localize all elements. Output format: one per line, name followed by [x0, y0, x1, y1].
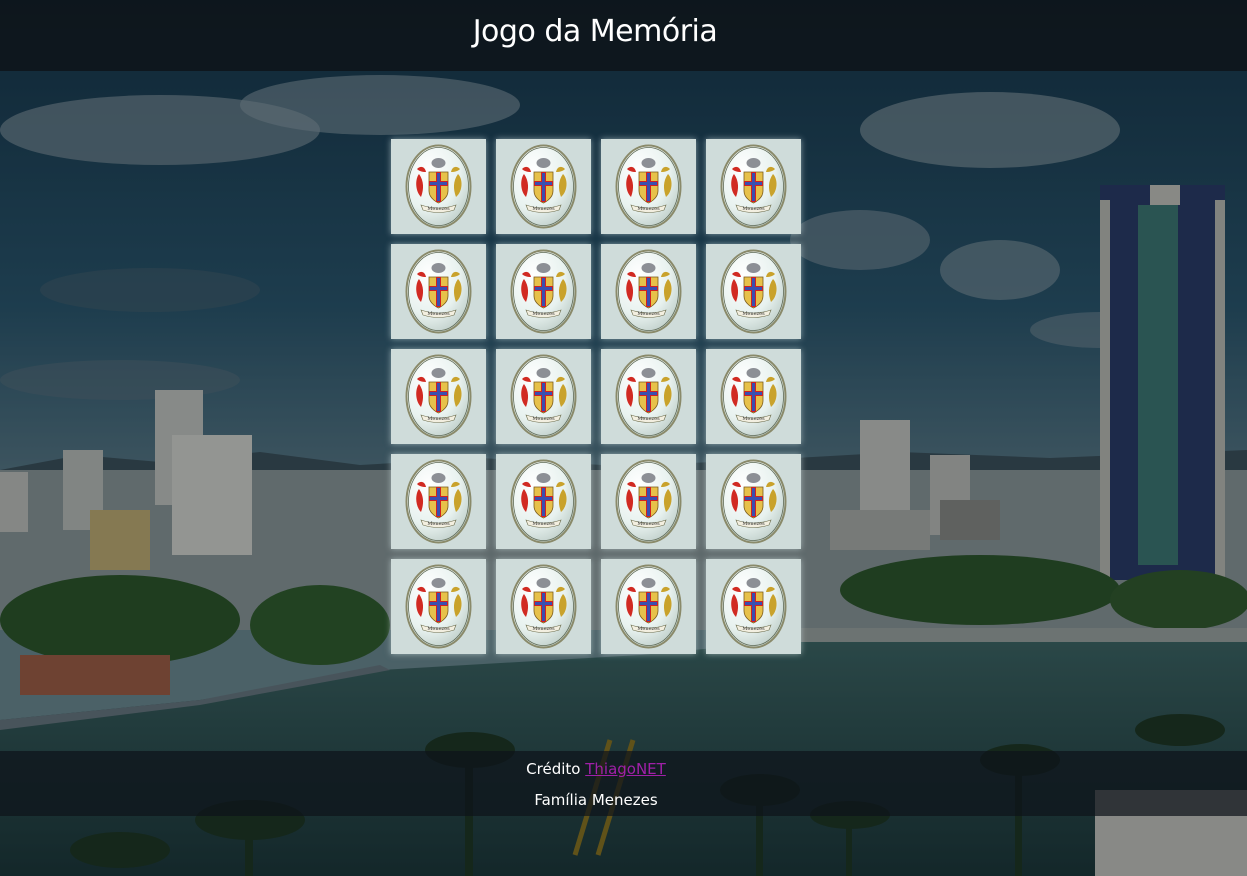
menezes-coat-of-arms-icon: Menezes [496, 454, 591, 549]
memory-card[interactable]: Menezes [391, 454, 486, 549]
menezes-coat-of-arms-icon: Menezes [706, 559, 801, 654]
svg-text:Menezes: Menezes [427, 311, 450, 317]
memory-card[interactable]: Menezes [706, 454, 801, 549]
memory-card[interactable]: Menezes [601, 559, 696, 654]
credit-link[interactable]: ThiagoNET [585, 760, 666, 778]
menezes-coat-of-arms-icon: Menezes [706, 244, 801, 339]
menezes-coat-of-arms-icon: Menezes [601, 244, 696, 339]
page-title: Jogo da Memória [472, 14, 718, 49]
memory-card[interactable]: Menezes [706, 559, 801, 654]
memory-card[interactable]: Menezes [601, 139, 696, 234]
menezes-coat-of-arms-icon: Menezes [391, 244, 486, 339]
svg-text:Menezes: Menezes [637, 626, 660, 632]
svg-text:Menezes: Menezes [742, 626, 765, 632]
credit-line: Crédito ThiagoNET [0, 760, 1192, 778]
memory-card[interactable]: Menezes [391, 139, 486, 234]
menezes-coat-of-arms-icon: Menezes [391, 454, 486, 549]
menezes-coat-of-arms-icon: Menezes [706, 139, 801, 234]
memory-card[interactable]: Menezes [706, 244, 801, 339]
svg-text:Menezes: Menezes [532, 416, 555, 422]
menezes-coat-of-arms-icon: Menezes [601, 454, 696, 549]
menezes-coat-of-arms-icon: Menezes [496, 559, 591, 654]
svg-text:Menezes: Menezes [427, 626, 450, 632]
footer-bar: Crédito ThiagoNET Família Menezes [0, 751, 1247, 816]
memory-card[interactable]: Menezes [391, 349, 486, 444]
memory-card[interactable]: Menezes [706, 139, 801, 234]
memory-card[interactable]: Menezes [496, 454, 591, 549]
menezes-coat-of-arms-icon: Menezes [601, 349, 696, 444]
svg-text:Menezes: Menezes [427, 206, 450, 212]
svg-text:Menezes: Menezes [427, 521, 450, 527]
memory-card[interactable]: Menezes [391, 244, 486, 339]
credit-label: Crédito [526, 760, 581, 778]
memory-card[interactable]: Menezes [601, 349, 696, 444]
menezes-coat-of-arms-icon: Menezes [391, 559, 486, 654]
memory-card[interactable]: Menezes [391, 559, 486, 654]
menezes-coat-of-arms-icon: Menezes [706, 349, 801, 444]
menezes-coat-of-arms-icon: Menezes [496, 139, 591, 234]
svg-text:Menezes: Menezes [637, 311, 660, 317]
svg-text:Menezes: Menezes [532, 206, 555, 212]
menezes-coat-of-arms-icon: Menezes [391, 349, 486, 444]
memory-card[interactable]: Menezes [601, 244, 696, 339]
svg-text:Menezes: Menezes [532, 521, 555, 527]
svg-text:Menezes: Menezes [532, 311, 555, 317]
svg-text:Menezes: Menezes [427, 416, 450, 422]
svg-text:Menezes: Menezes [637, 416, 660, 422]
svg-text:Menezes: Menezes [637, 521, 660, 527]
menezes-coat-of-arms-icon: Menezes [496, 244, 591, 339]
svg-text:Menezes: Menezes [742, 416, 765, 422]
memory-card[interactable]: Menezes [496, 139, 591, 234]
memory-card[interactable]: Menezes [496, 244, 591, 339]
svg-text:Menezes: Menezes [742, 521, 765, 527]
memory-card[interactable]: Menezes [601, 454, 696, 549]
memory-card[interactable]: Menezes [496, 349, 591, 444]
menezes-coat-of-arms-icon: Menezes [601, 559, 696, 654]
svg-text:Menezes: Menezes [637, 206, 660, 212]
memory-game-board: Menezes Menezes Menezes Menezes Menezes Menez… [391, 139, 811, 654]
header-bar: Jogo da Memória [0, 0, 1247, 71]
menezes-coat-of-arms-icon: Menezes [706, 454, 801, 549]
memory-card[interactable]: Menezes [706, 349, 801, 444]
menezes-coat-of-arms-icon: Menezes [391, 139, 486, 234]
memory-card[interactable]: Menezes [496, 559, 591, 654]
svg-text:Menezes: Menezes [532, 626, 555, 632]
menezes-coat-of-arms-icon: Menezes [496, 349, 591, 444]
svg-text:Menezes: Menezes [742, 206, 765, 212]
svg-text:Menezes: Menezes [742, 311, 765, 317]
family-name: Família Menezes [534, 791, 658, 809]
menezes-coat-of-arms-icon: Menezes [601, 139, 696, 234]
